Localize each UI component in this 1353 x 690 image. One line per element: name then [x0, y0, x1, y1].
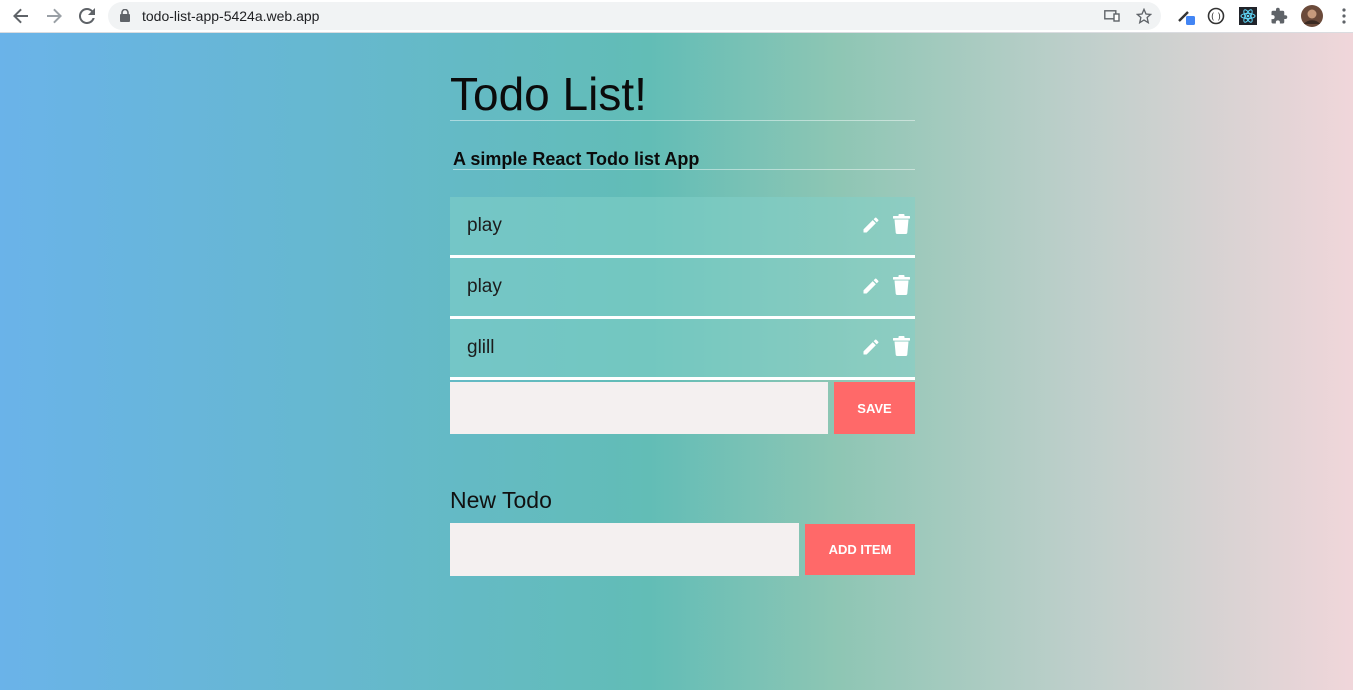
- browser-toolbar: todo-list-app-5424a.web.app ( ): [0, 0, 1353, 33]
- trash-delete-icon[interactable]: [893, 336, 910, 356]
- pencil-edit-icon[interactable]: [861, 337, 881, 357]
- new-todo-form: ADD ITEM: [450, 523, 915, 576]
- svg-text:( ): ( ): [1211, 13, 1221, 23]
- todo-text: play: [467, 215, 502, 236]
- pencil-edit-icon[interactable]: [861, 276, 881, 296]
- trash-delete-icon[interactable]: [893, 214, 910, 234]
- title-divider: [450, 120, 915, 121]
- react-devtools-icon[interactable]: [1237, 5, 1259, 27]
- back-arrow-icon[interactable]: [10, 5, 32, 27]
- todo-item: glill: [450, 319, 915, 380]
- more-menu-icon[interactable]: [1333, 5, 1353, 27]
- new-todo-input[interactable]: [450, 523, 799, 576]
- puzzle-extensions-icon[interactable]: [1268, 5, 1290, 27]
- edit-todo-form: SAVE: [450, 382, 915, 434]
- new-todo-heading: New Todo: [450, 487, 552, 513]
- subtitle-divider: [453, 169, 915, 170]
- todo-item: play: [450, 258, 915, 319]
- address-bar[interactable]: todo-list-app-5424a.web.app: [108, 2, 1161, 30]
- eyedropper-extension-icon[interactable]: [1175, 5, 1197, 27]
- forward-arrow-icon[interactable]: [43, 5, 65, 27]
- todo-text: glill: [467, 337, 495, 358]
- page-subtitle: A simple React Todo list App: [453, 149, 700, 169]
- bookmark-star-icon[interactable]: [1135, 7, 1153, 25]
- url-text: todo-list-app-5424a.web.app: [142, 8, 320, 24]
- trash-delete-icon[interactable]: [893, 275, 910, 295]
- profile-avatar[interactable]: [1301, 5, 1323, 27]
- lock-icon: [120, 8, 134, 23]
- todo-list: play play glill: [450, 197, 915, 380]
- page-background: Todo List! A simple React Todo list App …: [0, 33, 1353, 690]
- reload-icon[interactable]: [76, 5, 98, 27]
- todo-text: play: [467, 276, 502, 297]
- page-title: Todo List!: [450, 68, 647, 120]
- todo-item: play: [450, 197, 915, 258]
- pencil-edit-icon[interactable]: [861, 215, 881, 235]
- save-button[interactable]: SAVE: [834, 382, 915, 434]
- add-item-button[interactable]: ADD ITEM: [805, 524, 915, 575]
- circle-extension-icon[interactable]: ( ): [1205, 5, 1227, 27]
- edit-todo-input[interactable]: [450, 382, 828, 434]
- cast-icon[interactable]: [1103, 7, 1121, 25]
